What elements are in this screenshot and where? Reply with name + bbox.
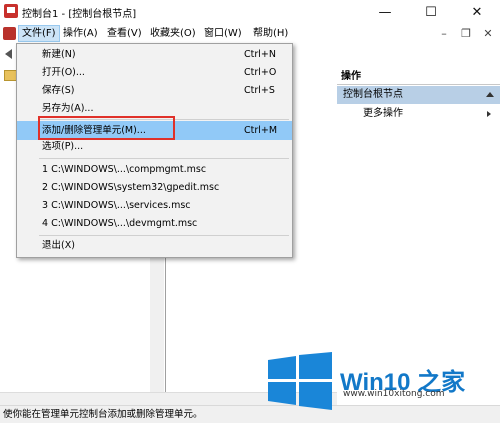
menu-item-exit[interactable]: 退出(X) bbox=[17, 236, 292, 255]
submenu-arrow-icon bbox=[487, 111, 491, 117]
actions-section-label: 控制台根节点 bbox=[343, 89, 403, 100]
maximize-button[interactable]: ☐ bbox=[408, 0, 454, 24]
menu-item-open[interactable]: 打开(O)... Ctrl+O bbox=[17, 63, 292, 82]
mdi-close-button[interactable]: ✕ bbox=[478, 24, 498, 42]
menu-separator bbox=[39, 158, 289, 159]
actions-pane bbox=[337, 65, 500, 405]
actions-section-root[interactable]: 控制台根节点 bbox=[337, 86, 500, 104]
close-button[interactable]: ✕ bbox=[454, 0, 500, 24]
watermark-url: www.win10xitong.com bbox=[343, 389, 445, 399]
mdi-restore-button[interactable]: ❐ bbox=[456, 24, 476, 42]
menu-action[interactable]: 操作(A) bbox=[60, 26, 101, 41]
windows-logo-icon bbox=[268, 352, 332, 410]
file-menu-dropdown: 新建(N) Ctrl+N 打开(O)... Ctrl+O 保存(S) Ctrl+… bbox=[16, 43, 293, 258]
menu-item-new[interactable]: 新建(N) Ctrl+N bbox=[17, 45, 292, 64]
window-title: 控制台1 - [控制台根节点] bbox=[22, 9, 137, 20]
collapse-triangle-icon[interactable] bbox=[486, 92, 494, 97]
mdi-minimize-button[interactable]: – bbox=[434, 24, 454, 42]
mdi-document-icon[interactable] bbox=[3, 27, 16, 40]
menu-item-recent-4[interactable]: 4 C:\WINDOWS\...\devmgmt.msc bbox=[17, 214, 292, 233]
menu-item-save[interactable]: 保存(S) Ctrl+S bbox=[17, 81, 292, 100]
status-bar: 使你能在管理单元控制台添加或删除管理单元。 bbox=[0, 405, 500, 423]
mmc-app-icon[interactable] bbox=[4, 4, 18, 18]
menu-item-recent-1[interactable]: 1 C:\WINDOWS\...\compmgmt.msc bbox=[17, 160, 292, 179]
menu-favorites[interactable]: 收藏夹(O) bbox=[147, 26, 199, 41]
menu-help[interactable]: 帮助(H) bbox=[250, 26, 291, 41]
menu-window[interactable]: 窗口(W) bbox=[201, 26, 245, 41]
more-actions-item[interactable]: 更多操作 bbox=[363, 107, 403, 121]
menu-view[interactable]: 查看(V) bbox=[104, 26, 145, 41]
menu-item-recent-3[interactable]: 3 C:\WINDOWS\...\services.msc bbox=[17, 196, 292, 215]
annotation-highlight-box bbox=[38, 116, 175, 140]
title-bar: 控制台1 - [控制台根节点] — ☐ ✕ bbox=[0, 0, 500, 24]
actions-header: 操作 bbox=[337, 69, 500, 85]
menu-file[interactable]: 文件(F) bbox=[18, 25, 60, 42]
menu-bar: 文件(F) 操作(A) 查看(V) 收藏夹(O) 窗口(W) 帮助(H) bbox=[0, 24, 500, 44]
menu-item-recent-2[interactable]: 2 C:\WINDOWS\system32\gpedit.msc bbox=[17, 178, 292, 197]
back-arrow-icon[interactable] bbox=[5, 49, 12, 59]
minimize-button[interactable]: — bbox=[362, 0, 408, 24]
